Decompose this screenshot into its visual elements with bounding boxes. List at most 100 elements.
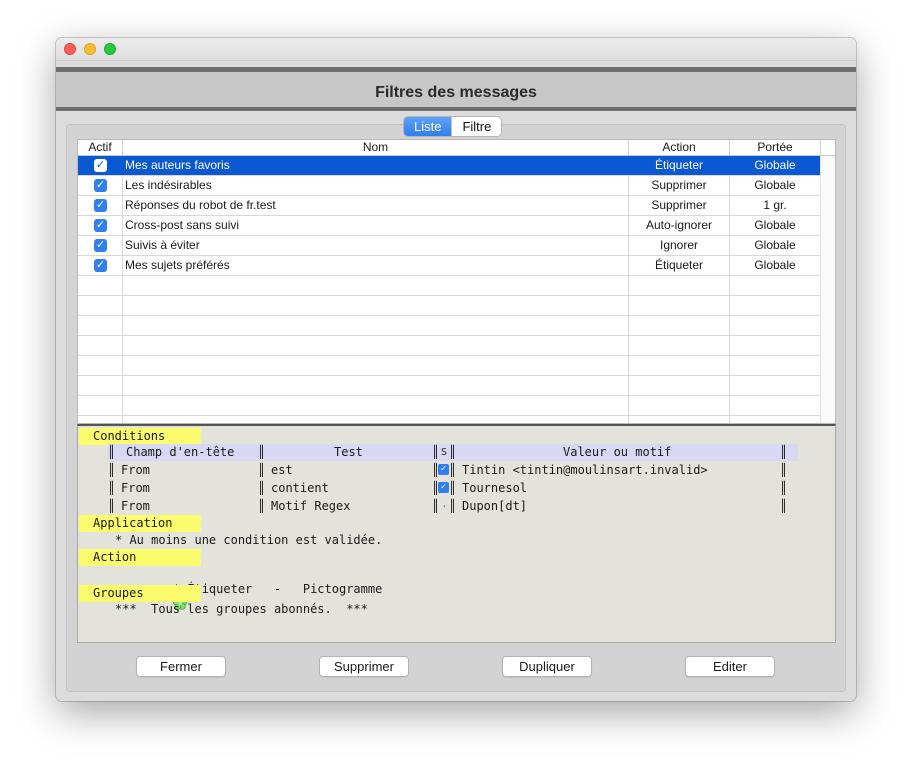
table-row[interactable]: ✓ Suivis à éviter Ignorer Globale — [78, 236, 821, 256]
cell-nom: Les indésirables — [123, 176, 629, 195]
condition-champ: From — [121, 481, 150, 495]
cell-portee: Globale — [730, 216, 821, 235]
column-header-portee[interactable]: Portée — [730, 140, 821, 156]
table-row-empty[interactable] — [78, 416, 821, 423]
application-label: Application — [79, 515, 201, 532]
condition-row[interactable]: ║ From ║ Motif Regex ║ · ║ Dupon[dt] ║ — [108, 498, 798, 515]
table-row[interactable]: ✓ Mes sujets préférés Étiqueter Globale — [78, 256, 821, 276]
cell-nom: Mes auteurs favoris — [123, 156, 629, 175]
cell-nom — [123, 316, 629, 335]
application-text: * Au moins une condition est validée. — [115, 533, 383, 547]
conditions-label: Conditions — [79, 428, 201, 445]
groupes-text: *** Tous les groupes abonnés. *** — [115, 602, 368, 616]
cell-action: Supprimer — [629, 176, 730, 195]
column-divider: ║ — [449, 499, 457, 513]
table-scrollbar[interactable] — [820, 156, 835, 423]
cell-actif: ✓ — [78, 216, 123, 235]
cell-actif — [78, 396, 123, 415]
cell-nom — [123, 296, 629, 315]
cell-action: Ignorer — [629, 236, 730, 255]
editer-button[interactable]: Editer — [685, 656, 775, 677]
actif-checkbox[interactable]: ✓ — [94, 259, 107, 272]
column-header-action[interactable]: Action — [629, 140, 730, 156]
supprimer-button[interactable]: Supprimer — [319, 656, 409, 677]
cell-portee: Globale — [730, 236, 821, 255]
condition-valeur: Tournesol — [462, 481, 528, 495]
filter-details-panel: Conditions ║ Champ d'en-tête ║ Test ║ S … — [77, 424, 836, 643]
cell-actif: ✓ — [78, 236, 123, 255]
cell-action — [629, 296, 730, 315]
case-sensitive-checkbox[interactable]: · — [441, 498, 448, 515]
cell-actif: ✓ — [78, 196, 123, 215]
cell-nom — [123, 396, 629, 415]
cell-portee — [730, 376, 821, 395]
dupliquer-button[interactable]: Dupliquer — [502, 656, 592, 677]
cell-actif — [78, 316, 123, 335]
cell-nom: Cross-post sans suivi — [123, 216, 629, 235]
table-row-empty[interactable] — [78, 316, 821, 336]
table-row-empty[interactable] — [78, 356, 821, 376]
actif-checkbox[interactable]: ✓ — [94, 199, 107, 212]
column-divider: ║ — [780, 481, 788, 495]
case-sensitive-checkbox[interactable]: ✓ — [438, 464, 449, 475]
minimize-window-icon[interactable] — [84, 43, 96, 55]
header-valeur: Valeur ou motif — [563, 445, 672, 459]
cell-action: Supprimer — [629, 196, 730, 215]
zoom-window-icon[interactable] — [104, 43, 116, 55]
tab-filtre[interactable]: Filtre — [451, 117, 501, 136]
cell-actif: ✓ — [78, 176, 123, 195]
actif-checkbox[interactable]: ✓ — [94, 179, 107, 192]
filter-window: Filtres des messages Liste Filtre Actif … — [56, 38, 856, 701]
column-header-nom[interactable]: Nom — [123, 140, 629, 156]
cell-portee: Globale — [730, 176, 821, 195]
cell-actif — [78, 336, 123, 355]
table-row-empty[interactable] — [78, 376, 821, 396]
cell-portee — [730, 276, 821, 295]
cell-nom — [123, 336, 629, 355]
cell-portee — [730, 396, 821, 415]
tab-liste[interactable]: Liste — [404, 117, 452, 136]
cell-actif: ✓ — [78, 256, 123, 275]
table-row[interactable]: ✓ Cross-post sans suivi Auto-ignorer Global… — [78, 216, 821, 236]
actif-checkbox[interactable]: ✓ — [94, 239, 107, 252]
table-row-empty[interactable] — [78, 276, 821, 296]
condition-row[interactable]: ║ From ║ est ║ ✓ ║ Tintin <tintin@moulinsart.in… — [108, 462, 798, 479]
column-divider: ║ — [258, 463, 266, 477]
column-divider: ║ — [108, 481, 116, 495]
column-divider: ║ — [108, 463, 116, 477]
cell-action — [629, 396, 730, 415]
fermer-button[interactable]: Fermer — [136, 656, 226, 677]
column-divider: ║ — [780, 499, 788, 513]
header-band: Filtres des messages — [56, 67, 856, 111]
column-divider: ║ — [258, 481, 266, 495]
table-row[interactable]: ✓ Réponses du robot de fr.test Supprimer 1 … — [78, 196, 821, 216]
condition-row[interactable]: ║ From ║ contient ║ ✓ ║ Tournesol ║ — [108, 480, 798, 497]
condition-valeur: Tintin <tintin@moulinsart.invalid> — [462, 463, 708, 477]
close-window-icon[interactable] — [64, 43, 76, 55]
actif-checkbox[interactable]: ✓ — [94, 219, 107, 232]
header-champ: Champ d'en-tête — [126, 445, 235, 459]
table-row[interactable]: ✓ Les indésirables Supprimer Globale — [78, 176, 821, 196]
table-row[interactable]: ✓ Mes auteurs favoris Étiqueter Globale — [78, 156, 821, 176]
action-label: Action — [79, 549, 201, 566]
conditions-header-row: ║ Champ d'en-tête ║ Test ║ S ║ Valeur ou… — [108, 444, 798, 461]
column-divider: ║ — [449, 463, 457, 477]
cell-nom — [123, 276, 629, 295]
actif-checkbox[interactable]: ✓ — [94, 159, 107, 172]
cell-portee — [730, 336, 821, 355]
cell-nom: Mes sujets préférés — [123, 256, 629, 275]
cell-actif — [78, 416, 123, 423]
cell-action — [629, 276, 730, 295]
column-header-actif[interactable]: Actif — [78, 140, 123, 156]
cell-portee: Globale — [730, 256, 821, 275]
case-sensitive-checkbox[interactable]: ✓ — [438, 482, 449, 493]
table-row-empty[interactable] — [78, 336, 821, 356]
action-text: * Étiqueter - Pictogramme — [172, 582, 383, 596]
table-row-empty[interactable] — [78, 396, 821, 416]
condition-champ: From — [121, 463, 150, 477]
cell-action: Étiqueter — [629, 156, 730, 175]
cell-action: Auto-ignorer — [629, 216, 730, 235]
cell-actif — [78, 296, 123, 315]
column-divider: ║ — [432, 499, 440, 513]
table-row-empty[interactable] — [78, 296, 821, 316]
